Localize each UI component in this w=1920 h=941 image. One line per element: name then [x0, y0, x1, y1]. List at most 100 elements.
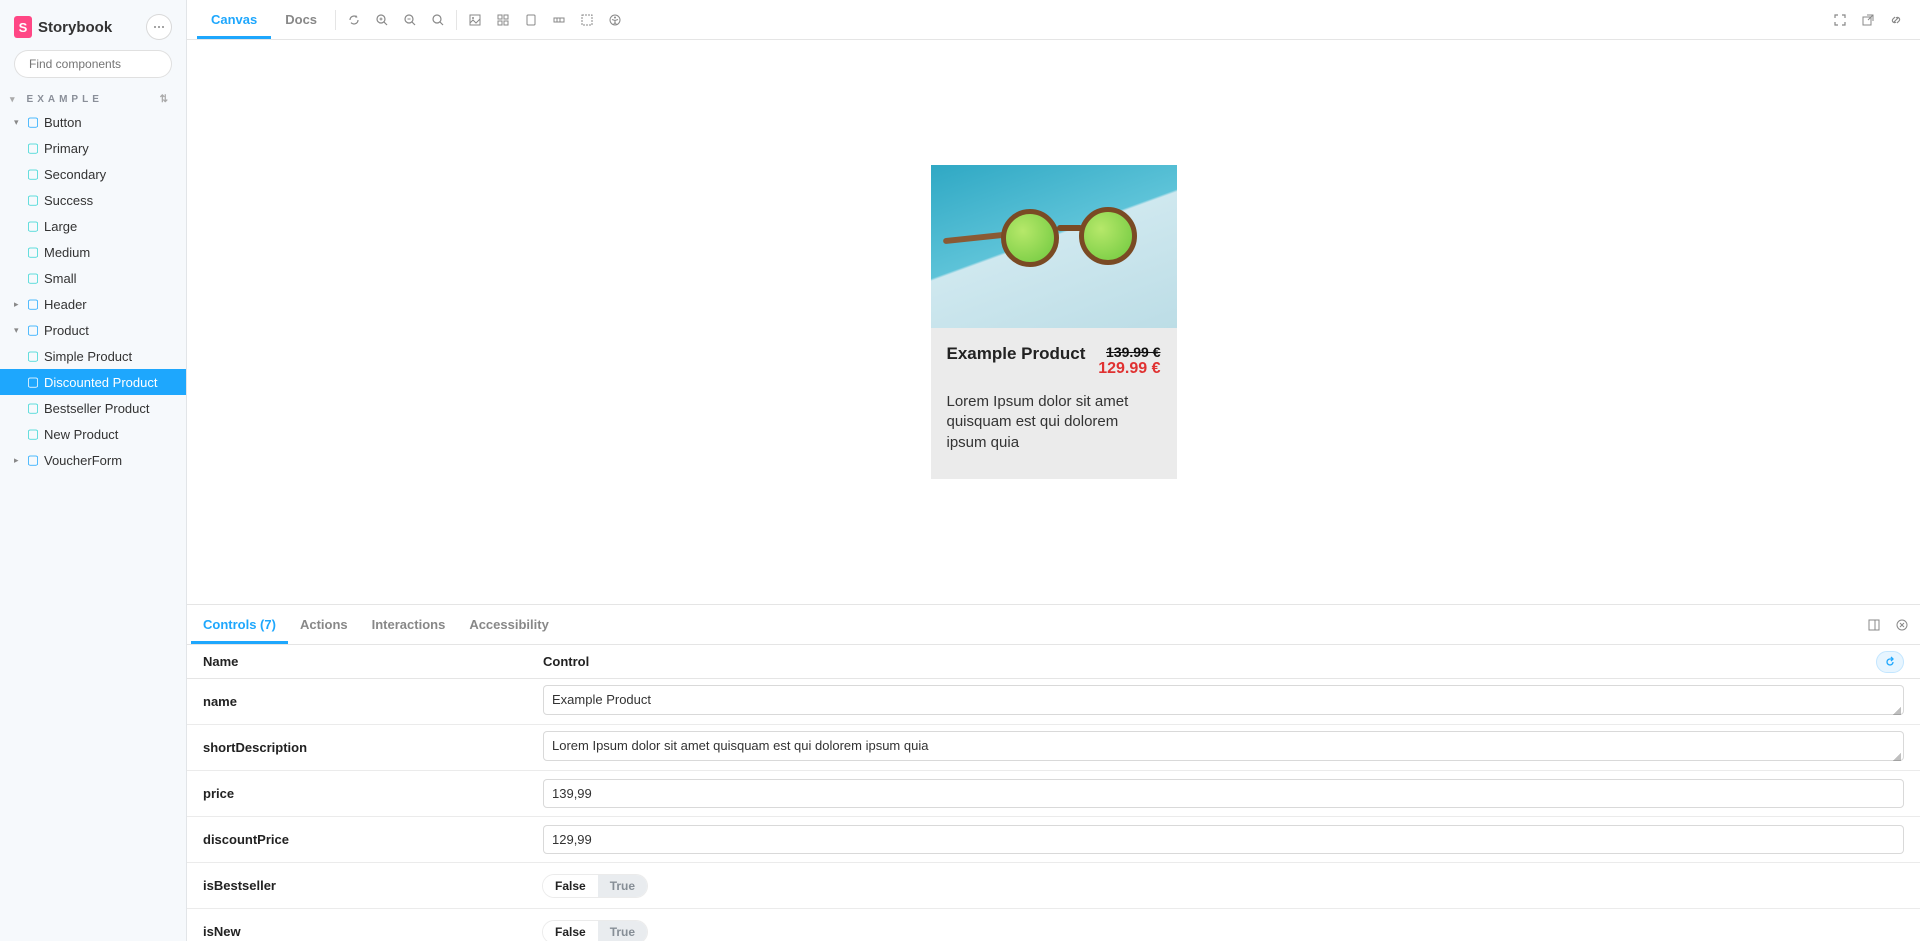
toggle-false[interactable]: False — [543, 875, 598, 897]
sidebar-story-medium[interactable]: ▢ Medium — [0, 239, 186, 265]
sidebar-item-label: Large — [44, 219, 77, 234]
undo-icon — [1884, 656, 1896, 668]
sidebar-story-small[interactable]: ▢ Small — [0, 265, 186, 291]
sidebar-item-label: New Product — [44, 427, 118, 442]
control-row-isnew: isNew False True — [187, 909, 1920, 941]
toggle-true[interactable]: True — [598, 921, 647, 941]
ellipsis-icon — [153, 21, 165, 33]
zoom-in-icon[interactable] — [368, 6, 396, 34]
separator — [335, 10, 336, 30]
tab-interactions[interactable]: Interactions — [360, 605, 458, 644]
product-description: Lorem Ipsum dolor sit amet quisquam est … — [947, 392, 1161, 453]
control-input-price[interactable] — [543, 779, 1904, 808]
caret-down-icon: ▾ — [14, 117, 22, 128]
outline-icon[interactable] — [573, 6, 601, 34]
open-new-tab-icon[interactable] — [1854, 6, 1882, 34]
tab-canvas[interactable]: Canvas — [197, 0, 271, 39]
brand-logo[interactable]: S Storybook — [14, 16, 112, 38]
control-row-price: price — [187, 771, 1920, 817]
control-toggle-isnew[interactable]: False True — [543, 921, 647, 941]
sidebar-item-label: Simple Product — [44, 349, 132, 364]
brand-mark-icon: S — [14, 16, 32, 38]
control-input-shortdescription[interactable] — [543, 731, 1904, 761]
resize-handle-icon[interactable] — [1893, 753, 1901, 761]
sidebar-item-label: Button — [44, 115, 82, 130]
toggle-true[interactable]: True — [598, 875, 647, 897]
control-input-discountprice[interactable] — [543, 825, 1904, 854]
tab-actions[interactable]: Actions — [288, 605, 360, 644]
zoom-out-icon[interactable] — [396, 6, 424, 34]
story-icon: ▢ — [28, 426, 38, 442]
control-label: price — [203, 786, 543, 801]
copy-link-icon[interactable] — [1882, 6, 1910, 34]
control-row-name: name — [187, 679, 1920, 725]
sidebar-item-label: Secondary — [44, 167, 106, 182]
grid-icon[interactable] — [489, 6, 517, 34]
background-icon[interactable] — [461, 6, 489, 34]
component-icon: ▢ — [28, 114, 38, 130]
zoom-reset-icon[interactable] — [424, 6, 452, 34]
control-label: isNew — [203, 924, 543, 939]
viewport-icon[interactable] — [517, 6, 545, 34]
search-box[interactable]: / — [14, 50, 172, 78]
sidebar: S Storybook / ▾ EXAMPLE ⇅ ▾ ▢ Button — [0, 0, 187, 941]
brand-name: Storybook — [38, 19, 112, 36]
sidebar-story-new-product[interactable]: ▢ New Product — [0, 421, 186, 447]
product-name: Example Product — [947, 344, 1086, 364]
controls-header-name: Name — [203, 654, 543, 669]
accessibility-icon[interactable] — [601, 6, 629, 34]
control-input-name[interactable] — [543, 685, 1904, 715]
product-card: Example Product 139.99 € 129.99 € Lorem … — [931, 165, 1177, 479]
sidebar-item-button[interactable]: ▾ ▢ Button — [0, 109, 186, 135]
tab-controls[interactable]: Controls (7) — [191, 605, 288, 644]
panel-close-icon[interactable] — [1888, 611, 1916, 639]
tab-docs[interactable]: Docs — [271, 0, 331, 39]
reset-controls-button[interactable] — [1876, 651, 1904, 673]
updown-icon[interactable]: ⇅ — [160, 94, 172, 105]
fullscreen-icon[interactable] — [1826, 6, 1854, 34]
sidebar-item-voucherform[interactable]: ▸ ▢ VoucherForm — [0, 447, 186, 473]
story-icon: ▢ — [28, 140, 38, 156]
sidebar-item-label: Bestseller Product — [44, 401, 150, 416]
separator — [456, 10, 457, 30]
control-row-discountprice: discountPrice — [187, 817, 1920, 863]
sidebar-item-label: Primary — [44, 141, 89, 156]
search-input[interactable] — [23, 57, 190, 71]
control-label: shortDescription — [203, 740, 543, 755]
sidebar-item-label: Small — [44, 271, 77, 286]
addons-panel: Controls (7) Actions Interactions Access… — [187, 604, 1920, 941]
controls-header-control: Control — [543, 654, 1876, 669]
panel-orientation-icon[interactable] — [1860, 611, 1888, 639]
section-header-example[interactable]: ▾ EXAMPLE ⇅ — [0, 90, 186, 109]
sidebar-menu-button[interactable] — [146, 14, 172, 40]
story-icon: ▢ — [28, 192, 38, 208]
component-icon: ▢ — [28, 296, 38, 312]
story-icon: ▢ — [28, 244, 38, 260]
sidebar-story-success[interactable]: ▢Success — [0, 187, 186, 213]
control-toggle-isbestseller[interactable]: False True — [543, 875, 647, 897]
sidebar-story-large[interactable]: ▢Large — [0, 213, 186, 239]
remount-icon[interactable] — [340, 6, 368, 34]
sidebar-item-product[interactable]: ▾ ▢ Product — [0, 317, 186, 343]
controls-header-row: Name Control — [187, 645, 1920, 679]
toggle-false[interactable]: False — [543, 921, 598, 941]
nav-tree: ▾ ▢ Button ▢Primary ▢Secondary ▢Success … — [0, 109, 186, 481]
sidebar-item-label: Medium — [44, 245, 90, 260]
sidebar-story-simple-product[interactable]: ▢Simple Product — [0, 343, 186, 369]
control-row-shortdescription: shortDescription — [187, 725, 1920, 771]
sidebar-story-discounted-product[interactable]: ▢Discounted Product — [0, 369, 186, 395]
component-icon: ▢ — [28, 452, 38, 468]
sidebar-item-label: Product — [44, 323, 89, 338]
resize-handle-icon[interactable] — [1893, 707, 1901, 715]
story-icon: ▢ — [28, 400, 38, 416]
measure-icon[interactable] — [545, 6, 573, 34]
caret-down-icon: ▾ — [14, 325, 22, 336]
sidebar-item-header[interactable]: ▸ ▢ Header — [0, 291, 186, 317]
sidebar-story-bestseller-product[interactable]: ▢ Bestseller Product — [0, 395, 186, 421]
caret-right-icon: ▸ — [14, 299, 22, 310]
tab-accessibility[interactable]: Accessibility — [457, 605, 561, 644]
sidebar-story-secondary[interactable]: ▢Secondary — [0, 161, 186, 187]
sidebar-story-primary[interactable]: ▢ Primary — [0, 135, 186, 161]
story-icon: ▢ — [28, 270, 38, 286]
control-label: name — [203, 694, 543, 709]
